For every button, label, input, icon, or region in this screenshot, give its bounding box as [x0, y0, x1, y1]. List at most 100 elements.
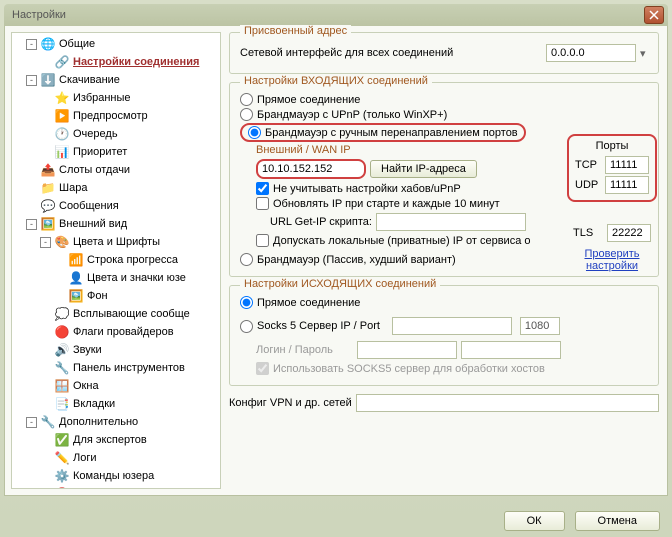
- tree-item-icon: ✏️: [54, 450, 70, 466]
- ports-title: Порты: [575, 140, 649, 152]
- tree-item[interactable]: 🪟Окна: [12, 377, 220, 395]
- close-button[interactable]: [644, 6, 664, 24]
- footer-buttons: ОК Отмена: [504, 511, 660, 531]
- tree-item[interactable]: ⭐Избранные: [12, 89, 220, 107]
- tree-item-icon: 👤: [68, 270, 84, 286]
- tree-item-label: Фон: [87, 288, 108, 304]
- tree-item[interactable]: ⚙️Команды юзера: [12, 467, 220, 485]
- radio-out-direct[interactable]: [240, 296, 253, 309]
- tree-item-icon: ⚙️: [54, 468, 70, 484]
- tree-item-icon: ▶️: [54, 108, 70, 124]
- tree-item[interactable]: ✅Для экспертов: [12, 431, 220, 449]
- tree-item[interactable]: 🔊Звуки: [12, 341, 220, 359]
- tree-item[interactable]: -🎨Цвета и Шрифты: [12, 233, 220, 251]
- tree-item[interactable]: -🔧Дополнительно: [12, 413, 220, 431]
- tree-item-icon: 🔧: [54, 360, 70, 376]
- tree-item[interactable]: 📁Шара: [12, 179, 220, 197]
- tree-item-icon: 💬: [40, 198, 56, 214]
- tree-item[interactable]: 🚫Ограничения скорости: [12, 485, 220, 489]
- tree-item-icon: 🕐: [54, 126, 70, 142]
- tree-item[interactable]: 👤Цвета и значки юзе: [12, 269, 220, 287]
- tree-item-label: Очередь: [73, 126, 118, 142]
- group-title: Присвоенный адрес: [240, 25, 351, 37]
- tree-item[interactable]: 📶Строка прогресса: [12, 251, 220, 269]
- tree-item-icon: 🔗: [54, 54, 70, 70]
- tree-item-icon: 💭: [54, 306, 70, 322]
- radio-direct-label: Прямое соединение: [257, 94, 360, 106]
- ok-button[interactable]: ОК: [504, 511, 565, 531]
- tree-item[interactable]: 💭Всплывающие сообще: [12, 305, 220, 323]
- tree-item-icon: 📶: [68, 252, 84, 268]
- group-assigned-address: Присвоенный адрес Сетевой интерфейс для …: [229, 32, 659, 74]
- radio-manual[interactable]: [248, 126, 261, 139]
- tree-item-label: Дополнительно: [59, 414, 138, 430]
- tree-item[interactable]: 🕐Очередь: [12, 125, 220, 143]
- tree-panel[interactable]: -🌐Общие🔗Настройки соединения-⬇️Скачивани…: [11, 32, 221, 489]
- tree-item[interactable]: -🖼️Внешний вид: [12, 215, 220, 233]
- tree-item-label: Всплывающие сообще: [73, 306, 190, 322]
- expand-icon[interactable]: -: [26, 75, 37, 86]
- cb-local-ip[interactable]: [256, 234, 269, 247]
- expand-icon[interactable]: -: [26, 39, 37, 50]
- cb-hubs[interactable]: [256, 182, 269, 195]
- expand-icon[interactable]: -: [26, 219, 37, 230]
- tree-item[interactable]: 🔴Флаги провайдеров: [12, 323, 220, 341]
- tree-item-icon: 🖼️: [40, 216, 56, 232]
- tree-item-label: Звуки: [73, 342, 102, 358]
- tls-port-input[interactable]: [607, 224, 651, 242]
- tree-item-label: Цвета и значки юзе: [87, 270, 186, 286]
- interface-label: Сетевой интерфейс для всех соединений: [240, 47, 453, 59]
- window-title: Настройки: [12, 9, 644, 21]
- radio-upnp[interactable]: [240, 108, 253, 121]
- radio-passive-label: Брандмауэр (Пассив, худший вариант): [257, 254, 456, 266]
- tree-item[interactable]: ✏️Логи: [12, 449, 220, 467]
- wan-ip-input[interactable]: [256, 159, 366, 179]
- tree-item-label: Окна: [73, 378, 99, 394]
- tree-item-icon: 📁: [40, 180, 56, 196]
- tree-item-icon: 🔴: [54, 324, 70, 340]
- cb-update-ip[interactable]: [256, 197, 269, 210]
- tree-item-label: Общие: [59, 36, 95, 52]
- tree-item[interactable]: 🖼️Фон: [12, 287, 220, 305]
- check-settings-link[interactable]: Проверить настройки: [567, 248, 657, 272]
- tree-item[interactable]: ▶️Предпросмотр: [12, 107, 220, 125]
- tree-item-icon: 🔊: [54, 342, 70, 358]
- tree-item[interactable]: -⬇️Скачивание: [12, 71, 220, 89]
- tree-item-icon: 🎨: [54, 234, 70, 250]
- titlebar: Настройки: [4, 4, 668, 26]
- group-title: Настройки ВХОДЯЩИХ соединений: [240, 75, 432, 87]
- interface-value[interactable]: [546, 44, 636, 62]
- tcp-port-input[interactable]: [605, 156, 649, 174]
- tree-item-label: Ограничения скорости: [73, 486, 189, 489]
- expand-icon[interactable]: -: [40, 237, 51, 248]
- radio-direct[interactable]: [240, 93, 253, 106]
- tree-item-icon: ⬇️: [40, 72, 56, 88]
- cancel-button[interactable]: Отмена: [575, 511, 660, 531]
- content-panel: Присвоенный адрес Сетевой интерфейс для …: [221, 26, 667, 495]
- tree-item[interactable]: 📤Слоты отдачи: [12, 161, 220, 179]
- tree-item[interactable]: 💬Сообщения: [12, 197, 220, 215]
- find-ip-button[interactable]: Найти IP-адреса: [370, 160, 477, 178]
- vpn-config-label: Конфиг VPN и др. сетей: [229, 397, 352, 409]
- tcp-label: TCP: [575, 159, 597, 171]
- radio-socks5[interactable]: [240, 320, 253, 333]
- tree-item-icon: 📑: [54, 396, 70, 412]
- tree-item[interactable]: 📊Приоритет: [12, 143, 220, 161]
- cb-local-ip-label: Допускать локальные (приватные) IP от се…: [273, 235, 531, 247]
- close-icon: [649, 10, 659, 20]
- expand-icon[interactable]: -: [26, 417, 37, 428]
- tree-item[interactable]: 🔧Панель инструментов: [12, 359, 220, 377]
- tree-item-label: Логи: [73, 450, 97, 466]
- radio-passive[interactable]: [240, 253, 253, 266]
- login-pass-label: Логин / Пароль: [256, 344, 333, 356]
- udp-port-input[interactable]: [605, 176, 649, 194]
- tree-item[interactable]: 📑Вкладки: [12, 395, 220, 413]
- tree-item[interactable]: -🌐Общие: [12, 35, 220, 53]
- vpn-config-input[interactable]: [356, 394, 659, 412]
- tree-item-label: Цвета и Шрифты: [73, 234, 160, 250]
- dropdown-icon[interactable]: ▾: [640, 47, 648, 60]
- url-script-input[interactable]: [376, 213, 526, 231]
- cb-socks5-hosts-label: Использовать SOCKS5 сервер для обработки…: [273, 363, 545, 375]
- socks-login-input: [357, 341, 457, 359]
- tree-item[interactable]: 🔗Настройки соединения: [12, 53, 220, 71]
